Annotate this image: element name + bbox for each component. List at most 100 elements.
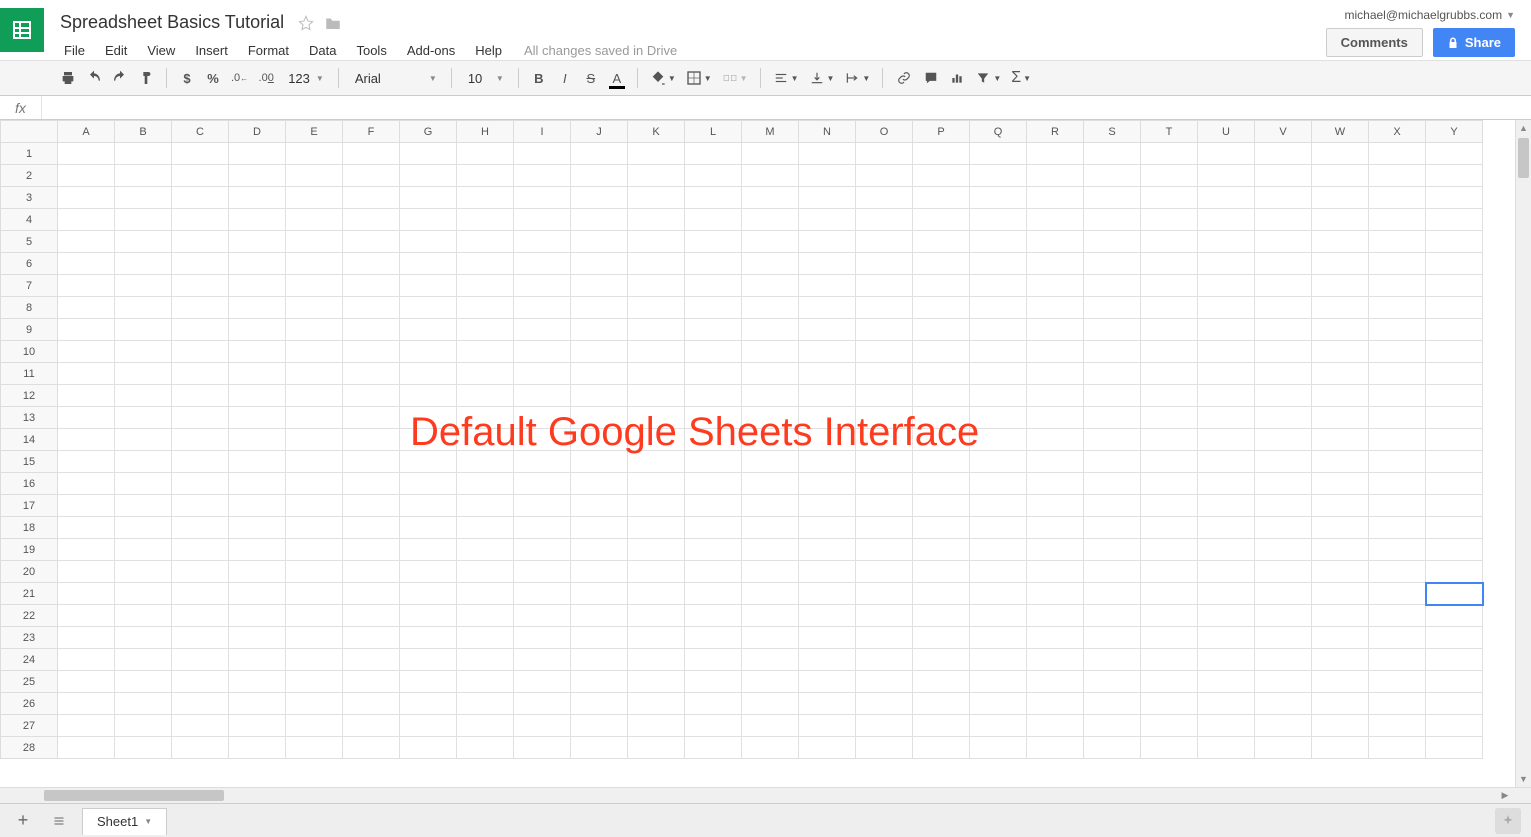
- cell-N19[interactable]: [799, 539, 856, 561]
- cell-M19[interactable]: [742, 539, 799, 561]
- cell-K18[interactable]: [628, 517, 685, 539]
- cell-W28[interactable]: [1312, 737, 1369, 759]
- share-button[interactable]: Share: [1433, 28, 1515, 57]
- cell-A2[interactable]: [58, 165, 115, 187]
- cell-H27[interactable]: [457, 715, 514, 737]
- cell-N2[interactable]: [799, 165, 856, 187]
- row-header[interactable]: 7: [1, 275, 58, 297]
- cell-E5[interactable]: [286, 231, 343, 253]
- cell-J10[interactable]: [571, 341, 628, 363]
- cell-W16[interactable]: [1312, 473, 1369, 495]
- row-header[interactable]: 24: [1, 649, 58, 671]
- column-header[interactable]: G: [400, 121, 457, 143]
- menu-file[interactable]: File: [56, 39, 93, 62]
- cell-X27[interactable]: [1369, 715, 1426, 737]
- star-icon[interactable]: [298, 15, 314, 31]
- cell-I17[interactable]: [514, 495, 571, 517]
- cell-U10[interactable]: [1198, 341, 1255, 363]
- cell-N9[interactable]: [799, 319, 856, 341]
- cell-F16[interactable]: [343, 473, 400, 495]
- cell-A11[interactable]: [58, 363, 115, 385]
- column-header[interactable]: H: [457, 121, 514, 143]
- column-header[interactable]: U: [1198, 121, 1255, 143]
- cell-O20[interactable]: [856, 561, 913, 583]
- cell-J27[interactable]: [571, 715, 628, 737]
- column-header[interactable]: A: [58, 121, 115, 143]
- cell-L14[interactable]: [685, 429, 742, 451]
- cell-K25[interactable]: [628, 671, 685, 693]
- cell-J8[interactable]: [571, 297, 628, 319]
- cell-D18[interactable]: [229, 517, 286, 539]
- cell-T15[interactable]: [1141, 451, 1198, 473]
- borders-button[interactable]: ▼: [682, 65, 716, 91]
- cell-V13[interactable]: [1255, 407, 1312, 429]
- cell-I19[interactable]: [514, 539, 571, 561]
- cell-P19[interactable]: [913, 539, 970, 561]
- cell-J11[interactable]: [571, 363, 628, 385]
- cell-L26[interactable]: [685, 693, 742, 715]
- cell-Q1[interactable]: [970, 143, 1027, 165]
- cell-P15[interactable]: [913, 451, 970, 473]
- cell-W2[interactable]: [1312, 165, 1369, 187]
- merge-cells-button[interactable]: ▼: [718, 65, 752, 91]
- cell-H5[interactable]: [457, 231, 514, 253]
- cell-Y7[interactable]: [1426, 275, 1483, 297]
- all-sheets-button[interactable]: [46, 808, 72, 834]
- cell-X12[interactable]: [1369, 385, 1426, 407]
- row-header[interactable]: 9: [1, 319, 58, 341]
- cell-A21[interactable]: [58, 583, 115, 605]
- column-header[interactable]: M: [742, 121, 799, 143]
- cell-S16[interactable]: [1084, 473, 1141, 495]
- cell-C6[interactable]: [172, 253, 229, 275]
- cell-R13[interactable]: [1027, 407, 1084, 429]
- cell-B6[interactable]: [115, 253, 172, 275]
- cell-O7[interactable]: [856, 275, 913, 297]
- cell-H28[interactable]: [457, 737, 514, 759]
- cell-I5[interactable]: [514, 231, 571, 253]
- cell-S10[interactable]: [1084, 341, 1141, 363]
- cell-S11[interactable]: [1084, 363, 1141, 385]
- cell-O17[interactable]: [856, 495, 913, 517]
- cell-X8[interactable]: [1369, 297, 1426, 319]
- cell-O26[interactable]: [856, 693, 913, 715]
- cell-I8[interactable]: [514, 297, 571, 319]
- cell-M22[interactable]: [742, 605, 799, 627]
- cell-W24[interactable]: [1312, 649, 1369, 671]
- cell-M2[interactable]: [742, 165, 799, 187]
- cell-S15[interactable]: [1084, 451, 1141, 473]
- row-header[interactable]: 1: [1, 143, 58, 165]
- cell-M8[interactable]: [742, 297, 799, 319]
- cell-C26[interactable]: [172, 693, 229, 715]
- cell-E2[interactable]: [286, 165, 343, 187]
- cell-B27[interactable]: [115, 715, 172, 737]
- row-header[interactable]: 20: [1, 561, 58, 583]
- cell-X7[interactable]: [1369, 275, 1426, 297]
- row-header[interactable]: 28: [1, 737, 58, 759]
- cell-O5[interactable]: [856, 231, 913, 253]
- cell-W25[interactable]: [1312, 671, 1369, 693]
- cell-K27[interactable]: [628, 715, 685, 737]
- cell-R14[interactable]: [1027, 429, 1084, 451]
- cell-N28[interactable]: [799, 737, 856, 759]
- cell-U23[interactable]: [1198, 627, 1255, 649]
- text-color-button[interactable]: A: [605, 65, 629, 91]
- cell-N15[interactable]: [799, 451, 856, 473]
- cell-A17[interactable]: [58, 495, 115, 517]
- cell-E25[interactable]: [286, 671, 343, 693]
- cell-K13[interactable]: [628, 407, 685, 429]
- cell-I9[interactable]: [514, 319, 571, 341]
- row-header[interactable]: 18: [1, 517, 58, 539]
- cell-L15[interactable]: [685, 451, 742, 473]
- cell-Y5[interactable]: [1426, 231, 1483, 253]
- cell-M28[interactable]: [742, 737, 799, 759]
- cell-V24[interactable]: [1255, 649, 1312, 671]
- horizontal-scrollbar[interactable]: ▶: [0, 787, 1531, 803]
- column-header[interactable]: Y: [1426, 121, 1483, 143]
- cell-Q26[interactable]: [970, 693, 1027, 715]
- cell-G7[interactable]: [400, 275, 457, 297]
- cell-G3[interactable]: [400, 187, 457, 209]
- cell-Q18[interactable]: [970, 517, 1027, 539]
- cell-Q28[interactable]: [970, 737, 1027, 759]
- cell-F26[interactable]: [343, 693, 400, 715]
- cell-T22[interactable]: [1141, 605, 1198, 627]
